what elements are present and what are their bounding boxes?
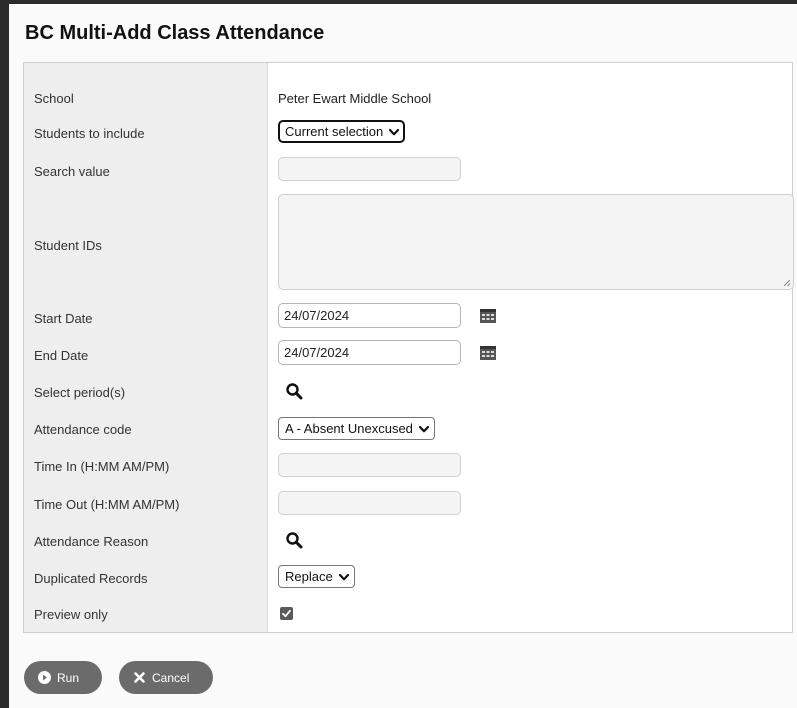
time-in-input[interactable] — [278, 453, 461, 477]
calendar-icon[interactable] — [480, 346, 496, 360]
chevron-down-icon — [418, 425, 430, 432]
search-value-input[interactable] — [278, 157, 461, 181]
attendance-code-value: A - Absent Unexcused — [285, 421, 413, 436]
student-ids-label: Student IDs — [34, 238, 102, 253]
time-in-label: Time In (H:MM AM/PM) — [34, 459, 170, 474]
time-out-input[interactable] — [278, 491, 461, 515]
window-frame-left — [0, 0, 9, 708]
search-value-label: Search value — [34, 164, 110, 179]
cancel-label: Cancel — [152, 670, 190, 685]
select-periods-label: Select period(s) — [34, 385, 126, 400]
students-to-include-label: Students to include — [34, 126, 145, 141]
preview-only-checkbox[interactable] — [280, 607, 293, 620]
cancel-button[interactable]: Cancel — [119, 661, 213, 694]
chevron-down-icon — [389, 128, 400, 135]
students-to-include-select[interactable]: Current selection — [278, 120, 406, 143]
close-icon — [134, 672, 145, 683]
chevron-down-icon — [338, 573, 349, 580]
dialog: BC Multi-Add Class Attendance School Stu… — [9, 4, 797, 708]
school-label: School — [34, 91, 74, 106]
duplicated-records-select[interactable]: Replace — [278, 565, 355, 588]
end-date-label: End Date — [34, 348, 89, 363]
school-value: Peter Ewart Middle School — [278, 91, 432, 106]
attendance-form: School Students to include Search value … — [23, 62, 794, 633]
attendance-code-select[interactable]: A - Absent Unexcused — [278, 417, 435, 440]
calendar-icon[interactable] — [480, 309, 496, 323]
preview-only-label: Preview only — [34, 607, 108, 622]
duplicated-records-value: Replace — [285, 569, 333, 584]
search-icon[interactable] — [285, 531, 303, 549]
label-column: School Students to include Search value … — [24, 63, 268, 632]
student-ids-textarea[interactable] — [278, 194, 794, 290]
dialog-title: BC Multi-Add Class Attendance — [25, 22, 325, 44]
start-date-input[interactable]: 24/07/2024 — [278, 303, 461, 328]
play-circle-icon — [38, 671, 51, 684]
run-button[interactable]: Run — [24, 661, 102, 694]
run-label: Run — [57, 670, 80, 685]
end-date-input[interactable]: 24/07/2024 — [278, 340, 461, 365]
start-date-label: Start Date — [34, 311, 93, 326]
resize-grip-icon[interactable] — [783, 279, 791, 287]
duplicated-records-label: Duplicated Records — [34, 571, 148, 586]
attendance-reason-label: Attendance Reason — [34, 534, 149, 549]
students-to-include-value: Current selection — [285, 124, 384, 139]
checkmark-icon — [282, 609, 291, 618]
attendance-code-label: Attendance code — [34, 422, 132, 437]
time-out-label: Time Out (H:MM AM/PM) — [34, 497, 180, 512]
search-icon[interactable] — [285, 382, 303, 400]
